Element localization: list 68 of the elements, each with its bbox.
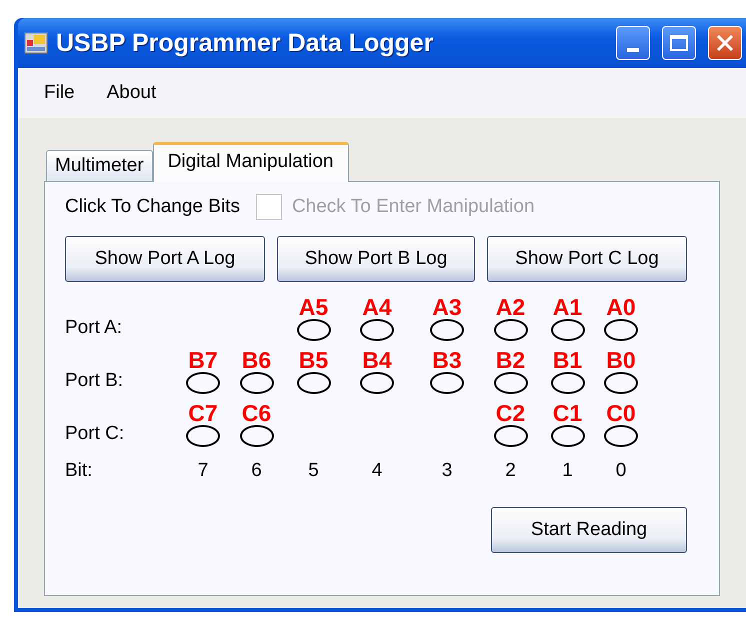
port-label: Port C: — [65, 423, 124, 445]
close-icon — [716, 34, 734, 52]
tab[interactable]: Multimeter — [46, 150, 153, 181]
pin-label: C0 — [606, 401, 636, 425]
pin-label: A4 — [362, 295, 392, 319]
bit-toggle[interactable] — [604, 372, 638, 394]
bit-toggle[interactable] — [604, 319, 638, 341]
pin-label: B3 — [432, 348, 462, 372]
pin-label: A0 — [606, 295, 636, 319]
bit-toggle[interactable] — [430, 319, 464, 341]
pin-label: C2 — [496, 401, 526, 425]
show-log-button[interactable]: Show Port B Log — [277, 236, 475, 282]
pin-label: B1 — [552, 348, 582, 372]
start-reading-button[interactable]: Start Reading — [491, 507, 687, 553]
bit-toggle[interactable] — [186, 425, 220, 447]
maximize-button[interactable] — [662, 26, 696, 60]
pin-label: B7 — [188, 348, 218, 372]
minimize-button[interactable] — [616, 26, 650, 60]
bit-number: 7 — [198, 460, 208, 482]
bit-toggle[interactable] — [550, 425, 584, 447]
pin-label: C6 — [242, 401, 272, 425]
bit-toggle[interactable] — [296, 372, 330, 394]
bit-toggle[interactable] — [360, 319, 394, 341]
bit-toggle[interactable] — [550, 372, 584, 394]
pin-label: B6 — [242, 348, 272, 372]
bit-toggle[interactable] — [430, 372, 464, 394]
bit-number: 3 — [442, 460, 452, 482]
pin-label: C1 — [552, 401, 582, 425]
caption-label: Click To Change Bits — [65, 196, 240, 218]
bit-toggle[interactable] — [186, 372, 220, 394]
bit-number: 0 — [616, 460, 626, 482]
show-log-button[interactable]: Show Port C Log — [487, 236, 687, 282]
bit-toggle[interactable] — [360, 372, 394, 394]
bit-toggle[interactable] — [604, 425, 638, 447]
show-log-button[interactable]: Show Port A Log — [65, 236, 265, 282]
pin-label: A1 — [552, 295, 582, 319]
pin-label: A3 — [432, 295, 462, 319]
pin-label: A5 — [298, 295, 328, 319]
pin-label: B4 — [362, 348, 392, 372]
menu-item[interactable]: File — [36, 80, 83, 106]
bit-toggle[interactable] — [296, 319, 330, 341]
tab[interactable]: Digital Manipulation — [152, 142, 349, 182]
bit-label: Bit: — [65, 460, 92, 482]
port-label: Port A: — [65, 317, 122, 339]
bit-number: 6 — [251, 460, 262, 482]
menu-item[interactable]: About — [98, 80, 164, 106]
pin-label: B2 — [496, 348, 526, 372]
bit-toggle[interactable] — [494, 372, 528, 394]
app-icon — [24, 32, 48, 54]
pin-label: B5 — [298, 348, 328, 372]
bit-toggle[interactable] — [240, 425, 274, 447]
close-button[interactable] — [708, 26, 742, 60]
bit-toggle[interactable] — [550, 319, 584, 341]
bit-number: 2 — [505, 460, 516, 482]
bit-toggle[interactable] — [494, 425, 528, 447]
pin-label: C7 — [188, 401, 218, 425]
maximize-icon — [670, 35, 688, 51]
bit-number: 4 — [372, 460, 382, 482]
port-label: Port B: — [65, 370, 124, 392]
window-title: USBP Programmer Data Logger — [56, 28, 434, 58]
checkbox-label: Check To Enter Manipulation — [292, 196, 535, 218]
bit-number: 1 — [562, 460, 573, 482]
bit-number: 5 — [308, 460, 319, 482]
bit-toggle[interactable] — [494, 319, 528, 341]
pin-label: A2 — [496, 295, 526, 319]
bit-toggle[interactable] — [240, 372, 274, 394]
pin-label: B0 — [606, 348, 636, 372]
minimize-icon — [627, 48, 639, 52]
